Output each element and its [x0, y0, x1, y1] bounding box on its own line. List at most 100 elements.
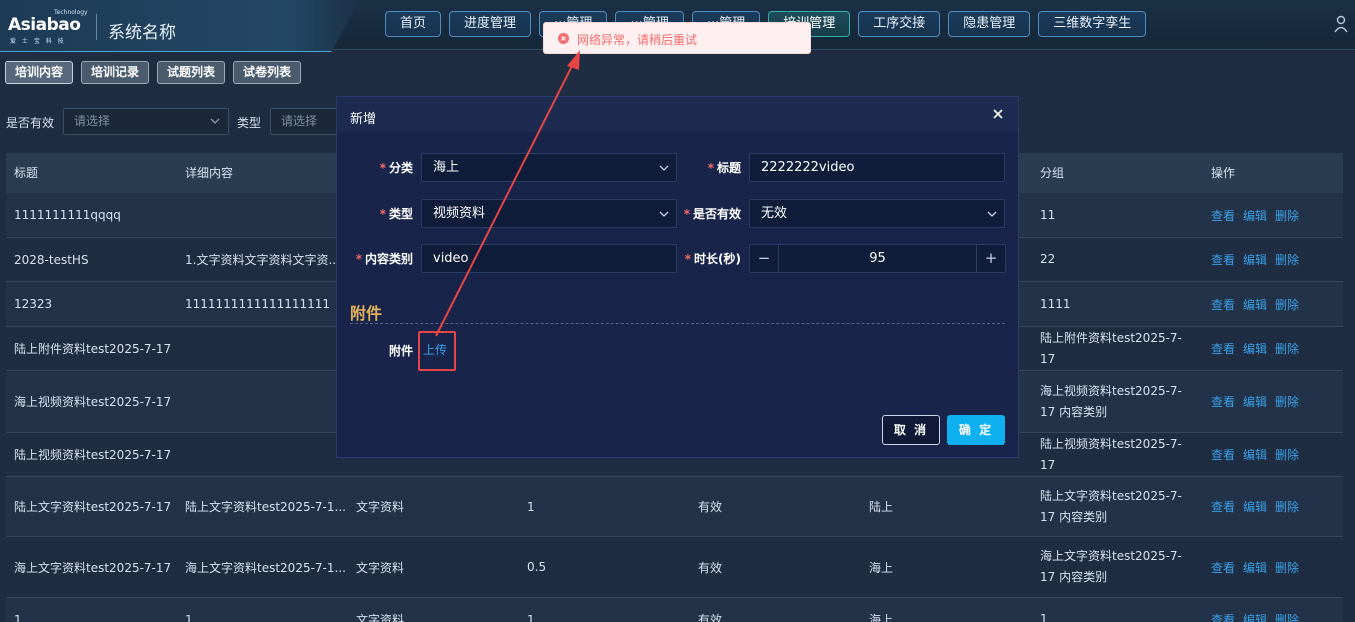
edit-link[interactable]: 编辑: [1243, 296, 1267, 313]
content-type-input[interactable]: video: [421, 244, 677, 273]
view-link[interactable]: 查看: [1211, 498, 1235, 515]
delete-link[interactable]: 删除: [1275, 207, 1299, 224]
logo-sub-text: 爱 士 宝 科 技: [10, 38, 66, 45]
view-link[interactable]: 查看: [1211, 296, 1235, 313]
delete-link[interactable]: 删除: [1275, 611, 1299, 622]
row-actions: 查看 编辑 删除: [1203, 193, 1343, 237]
dialog-header: 新增: [337, 97, 1018, 132]
row-actions: 查看 编辑 删除: [1203, 598, 1343, 622]
row-actions: 查看 编辑 删除: [1203, 537, 1343, 597]
increment-button[interactable]: +: [976, 245, 1005, 272]
table-row: 1 1 文字资料 1 有效 海上 1 查看 编辑 删除: [6, 598, 1343, 622]
table-cell: 有效: [698, 560, 723, 575]
table-cell: [177, 327, 348, 370]
decrement-button[interactable]: −: [750, 245, 779, 272]
section-divider: [350, 323, 1005, 324]
tab-training-content[interactable]: 培训内容: [5, 61, 74, 84]
table-cell: 陆上视频资料test2025-7-17: [1040, 436, 1182, 472]
row-actions: 查看 编辑 删除: [1203, 371, 1343, 432]
col-title: 标题: [14, 166, 39, 180]
delete-link[interactable]: 删除: [1275, 340, 1299, 357]
edit-link[interactable]: 编辑: [1243, 393, 1267, 410]
delete-link[interactable]: 删除: [1275, 498, 1299, 515]
col-detail: 详细内容: [185, 166, 234, 180]
row-actions: 查看 编辑 删除: [1203, 327, 1343, 370]
view-link[interactable]: 查看: [1211, 446, 1235, 463]
delete-link[interactable]: 删除: [1275, 446, 1299, 463]
table-cell: 1111111111qqqq: [14, 208, 121, 222]
table-cell: 陆上文字资料test2025-7-17: [14, 500, 172, 514]
table-row: 陆上文字资料test2025-7-17 陆上文字资料test2025-7-1...…: [6, 477, 1343, 537]
attachment-section-title: 附件: [350, 304, 383, 323]
title-input[interactable]: 2222222video: [749, 153, 1005, 182]
logo-text: Asiabao: [8, 15, 81, 35]
table-cell: 有效: [698, 613, 723, 622]
duration-value[interactable]: 95: [780, 245, 975, 272]
table-cell: 陆上附件资料test2025-7-17: [1040, 330, 1182, 366]
table-cell: 海上: [869, 613, 894, 622]
edit-link[interactable]: 编辑: [1243, 611, 1267, 622]
view-link[interactable]: 查看: [1211, 251, 1235, 268]
table-cell: [177, 433, 348, 476]
valid-value: 无效: [761, 206, 788, 221]
filter-valid-select[interactable]: 请选择: [63, 108, 229, 135]
table-cell: 1: [1040, 612, 1048, 622]
delete-link[interactable]: 删除: [1275, 393, 1299, 410]
delete-link[interactable]: 删除: [1275, 559, 1299, 576]
edit-link[interactable]: 编辑: [1243, 251, 1267, 268]
view-link[interactable]: 查看: [1211, 393, 1235, 410]
dialog-title: 新增: [350, 112, 377, 127]
row-actions: 查看 编辑 删除: [1203, 238, 1343, 281]
type-label: * 类型: [379, 207, 413, 221]
close-icon[interactable]: [991, 107, 1005, 121]
view-link[interactable]: 查看: [1211, 611, 1235, 622]
confirm-button[interactable]: 确 定: [947, 415, 1005, 445]
logo-tech-text: Technology: [54, 9, 88, 16]
type-value: 视频资料: [433, 206, 486, 221]
table-cell: 1: [527, 499, 535, 514]
table-cell: 22: [1040, 252, 1056, 266]
duration-label: * 时长(秒): [684, 252, 741, 266]
table-cell: 陆上文字资料test2025-7-17 内容类别: [1040, 488, 1182, 524]
nav-hazard[interactable]: 隐患管理: [948, 11, 1031, 37]
valid-select[interactable]: 无效: [749, 199, 1005, 228]
table-cell: 陆上附件资料test2025-7-17: [14, 342, 172, 356]
toast-message: 网络异常，请稍后重试: [577, 33, 698, 47]
user-icon[interactable]: [1333, 15, 1349, 33]
view-link[interactable]: 查看: [1211, 340, 1235, 357]
view-link[interactable]: 查看: [1211, 559, 1235, 576]
edit-link[interactable]: 编辑: [1243, 559, 1267, 576]
nav-home[interactable]: 首页: [385, 11, 442, 37]
category-label: * 分类: [379, 161, 413, 175]
table-cell: 1.文字资料文字资料文字资...: [185, 253, 340, 267]
view-link[interactable]: 查看: [1211, 207, 1235, 224]
table-cell: [177, 193, 348, 237]
table-cell: 陆上文字资料test2025-7-1...: [185, 500, 346, 514]
error-circle-icon: [558, 33, 569, 44]
edit-link[interactable]: 编辑: [1243, 498, 1267, 515]
type-select[interactable]: 视频资料: [421, 199, 677, 228]
edit-link[interactable]: 编辑: [1243, 340, 1267, 357]
table-cell: [177, 371, 348, 432]
table-cell: 文字资料: [356, 560, 405, 575]
table-cell: 陆上: [869, 500, 894, 514]
tab-paper-list[interactable]: 试卷列表: [233, 61, 302, 84]
cancel-button[interactable]: 取 消: [882, 415, 940, 445]
table-cell: 海上视频资料test2025-7-17: [14, 395, 172, 409]
table-cell: 2028-testHS: [14, 252, 89, 267]
nav-progress[interactable]: 进度管理: [449, 11, 532, 37]
nav-handover[interactable]: 工序交接: [858, 11, 941, 37]
edit-link[interactable]: 编辑: [1243, 446, 1267, 463]
tab-question-list[interactable]: 试题列表: [157, 61, 226, 84]
edit-link[interactable]: 编辑: [1243, 207, 1267, 224]
category-select[interactable]: 海上: [421, 153, 677, 182]
table-cell: 文字资料: [356, 613, 405, 622]
tab-training-records[interactable]: 培训记录: [81, 61, 150, 84]
filter-type-label: 类型: [237, 116, 262, 130]
delete-link[interactable]: 删除: [1275, 296, 1299, 313]
filter-type-select[interactable]: 请选择: [270, 108, 340, 135]
nav-digital-twin[interactable]: 三维数字孪生: [1038, 11, 1147, 37]
delete-link[interactable]: 删除: [1275, 251, 1299, 268]
table-cell: 海上文字资料test2025-7-17 内容类别: [1040, 549, 1182, 584]
table-cell: 海上: [869, 560, 894, 575]
